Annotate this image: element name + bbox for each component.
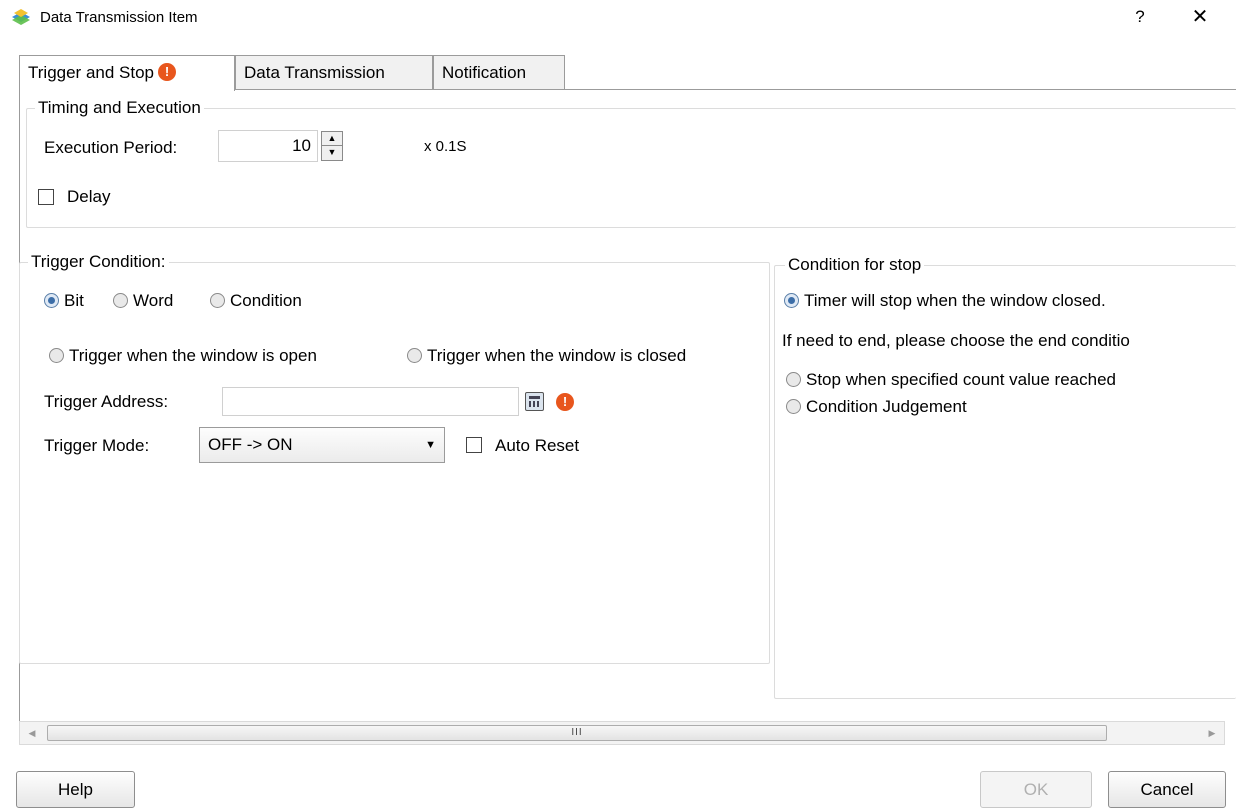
- scroll-right-arrow-icon[interactable]: ▶: [1200, 722, 1224, 744]
- tab-notification[interactable]: Notification: [433, 55, 565, 90]
- trigger-address-input[interactable]: [222, 387, 519, 416]
- radio-trigger-window-open[interactable]: Trigger when the window is open: [49, 346, 317, 366]
- radio-button[interactable]: [113, 293, 128, 308]
- help-button[interactable]: Help: [16, 771, 135, 808]
- trigger-address-label: Trigger Address:: [44, 392, 169, 411]
- trigger-mode-value: OFF -> ON: [208, 435, 293, 454]
- radio-timer-stop-window-closed[interactable]: Timer will stop when the window closed.: [784, 291, 1106, 311]
- horizontal-scrollbar[interactable]: ◀ III ▶: [19, 721, 1225, 745]
- trigger-mode-label: Trigger Mode:: [44, 436, 150, 455]
- app-icon: [12, 9, 30, 25]
- radio-button[interactable]: [44, 293, 59, 308]
- cancel-button[interactable]: Cancel: [1108, 771, 1226, 808]
- scroll-left-arrow-icon[interactable]: ◀: [20, 722, 44, 744]
- period-unit-label: x 0.1S: [424, 138, 467, 155]
- radio-button[interactable]: [49, 348, 64, 363]
- radio-trigger-window-closed[interactable]: Trigger when the window is closed: [407, 346, 686, 366]
- auto-reset-label: Auto Reset: [495, 436, 580, 455]
- context-help-button[interactable]: ?: [1128, 7, 1152, 27]
- tab-label: Notification: [442, 63, 527, 82]
- tab-label: Trigger and Stop: [28, 63, 154, 82]
- radio-word[interactable]: Word: [113, 291, 173, 311]
- timing-legend: Timing and Execution: [35, 98, 204, 118]
- spin-down-button[interactable]: ▼: [321, 146, 343, 161]
- close-button[interactable]: ✕: [1180, 2, 1220, 32]
- radio-button[interactable]: [210, 293, 225, 308]
- tab-label: Data Transmission: [244, 63, 385, 82]
- auto-reset-checkbox[interactable]: [466, 437, 482, 453]
- tab-data-transmission[interactable]: Data Transmission: [235, 55, 433, 90]
- trigger-condition-legend: Trigger Condition:: [28, 252, 169, 272]
- radio-condition-judgement[interactable]: Condition Judgement: [786, 397, 967, 417]
- calculator-icon[interactable]: [525, 392, 544, 411]
- radio-button[interactable]: [786, 399, 801, 414]
- timing-group: Timing and Execution: [26, 98, 1236, 228]
- warning-icon: !: [158, 63, 176, 82]
- spin-up-button[interactable]: ▲: [321, 131, 343, 146]
- execution-period-spinner: ▲ ▼: [321, 131, 343, 161]
- radio-stop-count-reached[interactable]: Stop when specified count value reached: [786, 370, 1116, 390]
- radio-button[interactable]: [786, 372, 801, 387]
- chevron-down-icon: ▼: [425, 439, 436, 451]
- execution-period-label: Execution Period:: [44, 138, 178, 157]
- radio-button[interactable]: [784, 293, 799, 308]
- stop-hint-text: If need to end, please choose the end co…: [782, 331, 1130, 350]
- trigger-condition-group: Trigger Condition:: [19, 252, 770, 664]
- delay-label: Delay: [67, 187, 111, 206]
- execution-period-input[interactable]: 10: [218, 130, 318, 162]
- radio-condition[interactable]: Condition: [210, 291, 302, 311]
- scrollbar-thumb[interactable]: III: [47, 725, 1107, 741]
- stop-condition-legend: Condition for stop: [785, 255, 925, 275]
- window-title: Data Transmission Item: [40, 9, 198, 26]
- ok-button[interactable]: OK: [980, 771, 1092, 808]
- delay-checkbox[interactable]: [38, 189, 54, 205]
- warning-icon: !: [556, 393, 574, 411]
- radio-button[interactable]: [407, 348, 422, 363]
- trigger-mode-select[interactable]: OFF -> ON ▼: [199, 427, 445, 463]
- tab-trigger-and-stop[interactable]: Trigger and Stop!: [19, 55, 235, 91]
- radio-bit[interactable]: Bit: [44, 291, 84, 311]
